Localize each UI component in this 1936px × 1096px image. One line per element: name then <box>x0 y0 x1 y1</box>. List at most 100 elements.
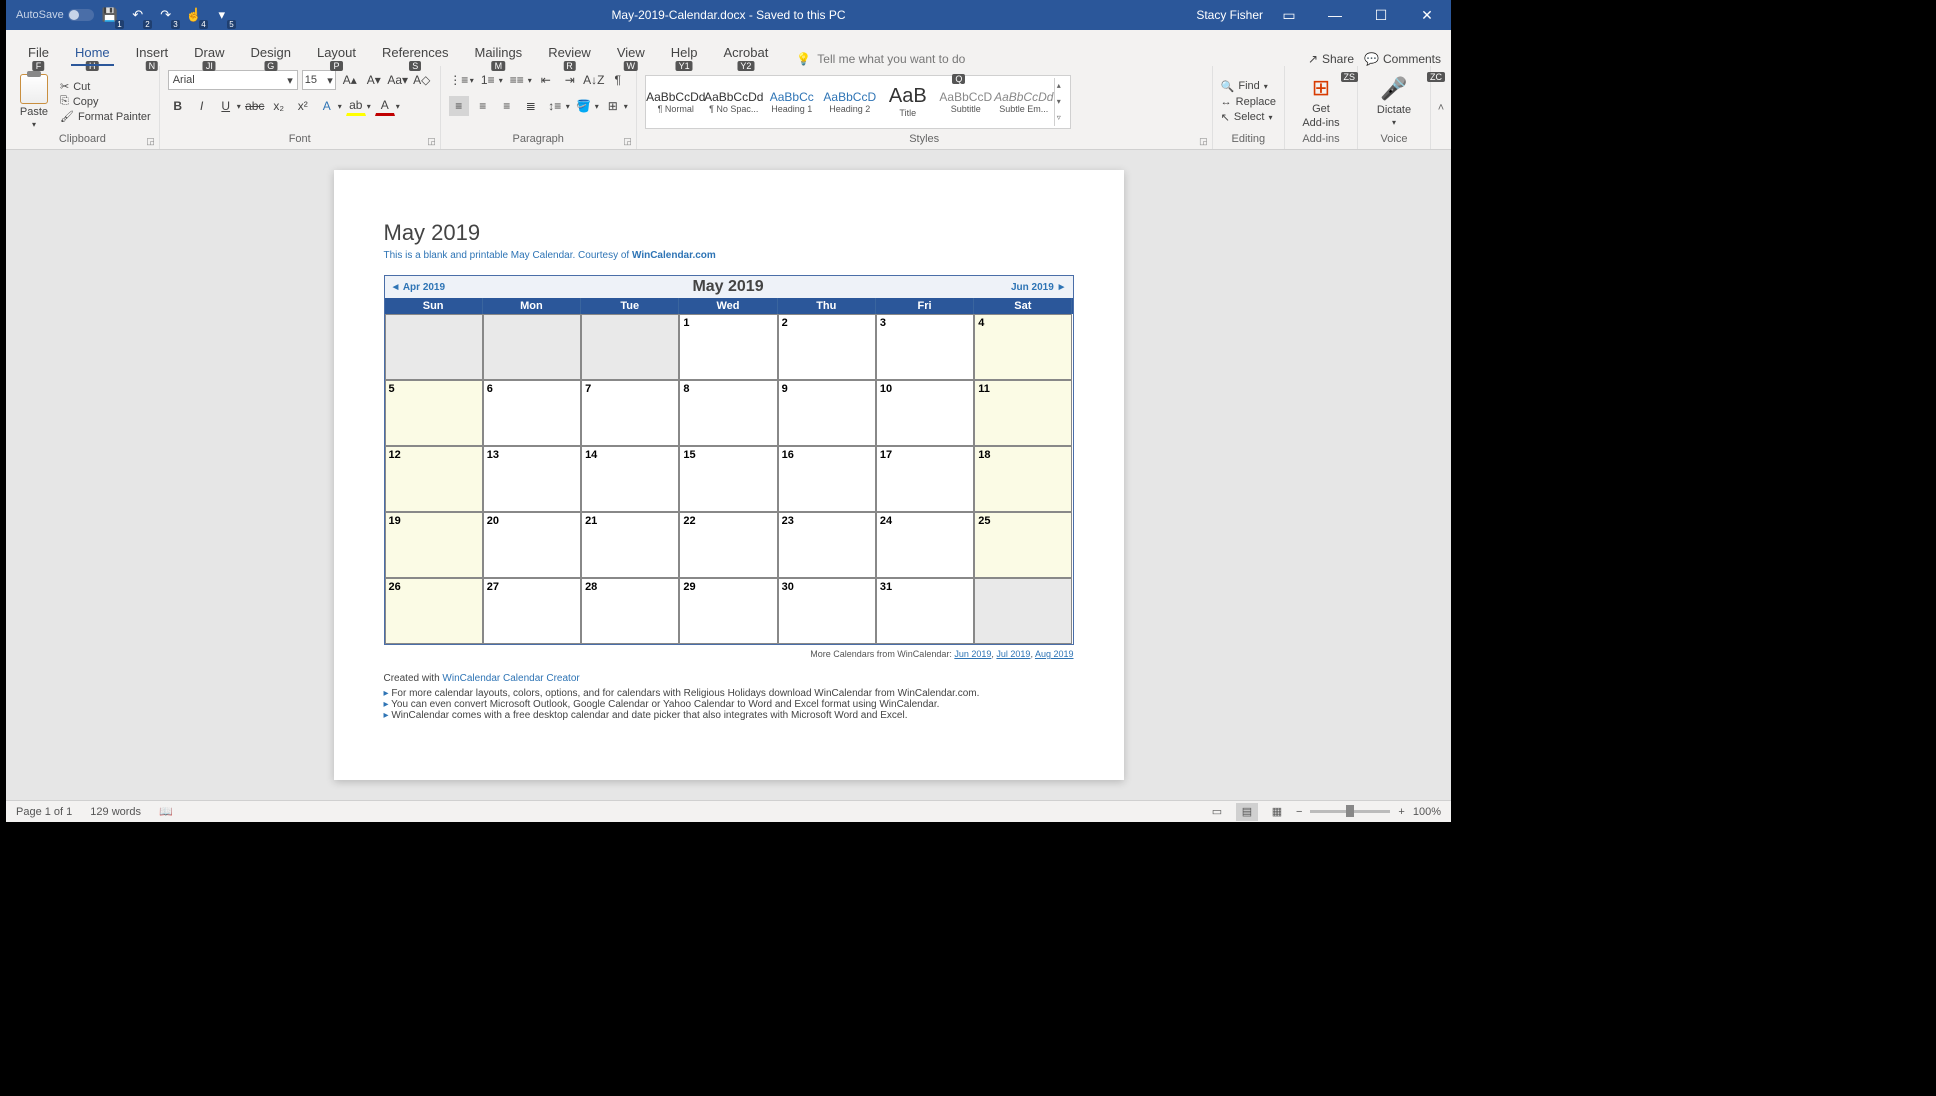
launcher-icon[interactable]: ◲ <box>146 136 155 147</box>
align-left-button[interactable]: ≡ <box>449 96 469 116</box>
word-count[interactable]: 129 words <box>90 806 141 818</box>
style-subtle-em[interactable]: AaBbCcDdSubtle Em... <box>996 78 1052 126</box>
close-icon[interactable]: ✕ <box>1407 0 1447 30</box>
tab-home[interactable]: HomeH <box>63 39 122 66</box>
copy-button[interactable]: ⎘Copy <box>60 95 151 108</box>
decrease-indent-button[interactable]: ⇤ <box>536 70 556 90</box>
cut-button[interactable]: ✂Cut <box>60 80 151 93</box>
page[interactable]: May 2019 This is a blank and printable M… <box>334 170 1124 780</box>
underline-button[interactable]: U▾ <box>216 96 241 116</box>
text-effects-button[interactable]: A▾ <box>317 96 342 116</box>
save-icon[interactable]: 💾1 <box>98 3 122 27</box>
group-editing: 🔍Find▾ ↔Replace ↖Select▾ Editing <box>1213 66 1285 149</box>
prev-month-link[interactable]: ◄ Apr 2019 <box>391 282 446 293</box>
launcher-icon[interactable]: ◲ <box>623 136 632 147</box>
change-case-button[interactable]: Aa▾ <box>388 70 408 90</box>
page-status[interactable]: Page 1 of 1 <box>16 806 72 818</box>
next-month-link[interactable]: Jun 2019 ► <box>1011 282 1067 293</box>
undo-icon[interactable]: ↶2 <box>126 3 150 27</box>
clear-formatting-button[interactable]: A◇ <box>412 70 432 90</box>
redo-icon[interactable]: ↷3 <box>154 3 178 27</box>
autosave-toggle[interactable]: AutoSave <box>16 9 94 21</box>
zoom-out-button[interactable]: − <box>1296 806 1302 818</box>
tab-mailings[interactable]: MailingsM <box>463 39 535 66</box>
user-name[interactable]: Stacy Fisher <box>1196 8 1263 22</box>
shading-button[interactable]: 🪣▾ <box>574 96 599 116</box>
grow-font-button[interactable]: A▴ <box>340 70 360 90</box>
web-layout-button[interactable]: ▦ <box>1266 803 1288 821</box>
style-no-spacing[interactable]: AaBbCcDd¶ No Spac... <box>706 78 762 126</box>
font-name-select[interactable]: Arial▾ <box>168 70 298 90</box>
format-painter-button[interactable]: 🖌Format Painter <box>60 110 151 123</box>
style-normal[interactable]: AaBbCcDd¶ Normal <box>648 78 704 126</box>
zoom-slider[interactable] <box>1310 810 1390 813</box>
toggle-off-icon[interactable] <box>68 9 94 21</box>
styles-more-button[interactable]: ▴▾▿ <box>1054 78 1068 126</box>
strikethrough-button[interactable]: abc <box>245 96 265 116</box>
minimize-icon[interactable]: — <box>1315 0 1355 30</box>
link-jul[interactable]: Jul 2019 <box>996 649 1030 659</box>
line-spacing-button[interactable]: ↕≡▾ <box>545 96 570 116</box>
sort-button[interactable]: A↓Z <box>584 70 604 90</box>
style-subtitle[interactable]: AaBbCcDSubtitle <box>938 78 994 126</box>
tab-design[interactable]: DesignG <box>239 39 303 66</box>
paste-button[interactable]: Paste ▾ <box>14 74 54 129</box>
tab-review[interactable]: ReviewR <box>536 39 603 66</box>
get-addins-button[interactable]: ⊞ Get Add-ins <box>1293 75 1349 129</box>
print-layout-button[interactable]: ▤ <box>1236 803 1258 821</box>
align-right-button[interactable]: ≡ <box>497 96 517 116</box>
styles-gallery[interactable]: AaBbCcDd¶ Normal AaBbCcDd¶ No Spac... Aa… <box>645 75 1071 129</box>
spellcheck-icon[interactable]: 📖 <box>159 805 173 818</box>
bold-button[interactable]: B <box>168 96 188 116</box>
align-center-button[interactable]: ≡ <box>473 96 493 116</box>
link-jun[interactable]: Jun 2019 <box>954 649 991 659</box>
read-mode-button[interactable]: ▭ <box>1206 803 1228 821</box>
tab-references[interactable]: ReferencesS <box>370 39 460 66</box>
replace-button[interactable]: ↔Replace <box>1221 96 1276 108</box>
select-button[interactable]: ↖Select▾ <box>1221 111 1276 124</box>
tab-insert[interactable]: InsertN <box>124 39 181 66</box>
maximize-icon[interactable]: ☐ <box>1361 0 1401 30</box>
calendar-cell: 11 <box>974 380 1072 446</box>
style-heading-2[interactable]: AaBbCcDHeading 2 <box>822 78 878 126</box>
style-heading-1[interactable]: AaBbCcHeading 1 <box>764 78 820 126</box>
touchmode-icon[interactable]: ☝4 <box>182 3 206 27</box>
style-title[interactable]: AaBTitle <box>880 78 936 126</box>
launcher-icon[interactable]: ◲ <box>1199 136 1208 147</box>
calendar-cell: 20 <box>483 512 581 578</box>
tab-view[interactable]: ViewW <box>605 39 657 66</box>
ribbon-display-icon[interactable]: ▭ <box>1269 0 1309 30</box>
superscript-button[interactable]: x² <box>293 96 313 116</box>
show-marks-button[interactable]: ¶ <box>608 70 628 90</box>
launcher-icon[interactable]: ◲ <box>427 136 436 147</box>
tab-acrobat[interactable]: AcrobatY2 <box>712 39 781 66</box>
zoom-in-button[interactable]: + <box>1398 806 1404 818</box>
highlight-button[interactable]: ab▾ <box>346 96 371 116</box>
tab-file[interactable]: FileF <box>16 39 61 66</box>
subscript-button[interactable]: x₂ <box>269 96 289 116</box>
share-button[interactable]: ↗ShareZS <box>1308 52 1354 66</box>
comments-button[interactable]: 💬CommentsZC <box>1364 52 1441 66</box>
tab-help[interactable]: HelpY1 <box>659 39 710 66</box>
wincalendar-link[interactable]: WinCalendar Calendar Creator <box>442 673 579 684</box>
zoom-level[interactable]: 100% <box>1413 806 1441 818</box>
numbering-button[interactable]: 1≡▾ <box>478 70 503 90</box>
dictate-button[interactable]: 🎤 Dictate ▾ <box>1366 76 1422 127</box>
tab-layout[interactable]: LayoutP <box>305 39 368 66</box>
italic-button[interactable]: I <box>192 96 212 116</box>
borders-button[interactable]: ⊞▾ <box>603 96 628 116</box>
multilevel-button[interactable]: ≡≡▾ <box>507 70 532 90</box>
font-color-button[interactable]: A▾ <box>375 96 400 116</box>
qat-more-icon[interactable]: ▾5 <box>210 3 234 27</box>
font-size-select[interactable]: 15▾ <box>302 70 336 90</box>
tab-draw[interactable]: DrawJI <box>182 39 236 66</box>
link-aug[interactable]: Aug 2019 <box>1035 649 1074 659</box>
bullets-button[interactable]: ⋮≡▾ <box>449 70 474 90</box>
calendar-cell: 21 <box>581 512 679 578</box>
justify-button[interactable]: ≣ <box>521 96 541 116</box>
shrink-font-button[interactable]: A▾ <box>364 70 384 90</box>
increase-indent-button[interactable]: ⇥ <box>560 70 580 90</box>
find-button[interactable]: 🔍Find▾ <box>1221 80 1276 93</box>
tell-me-search[interactable]: 💡 Tell me what you want to do Q <box>796 52 965 66</box>
document-area[interactable]: May 2019 This is a blank and printable M… <box>6 150 1451 800</box>
